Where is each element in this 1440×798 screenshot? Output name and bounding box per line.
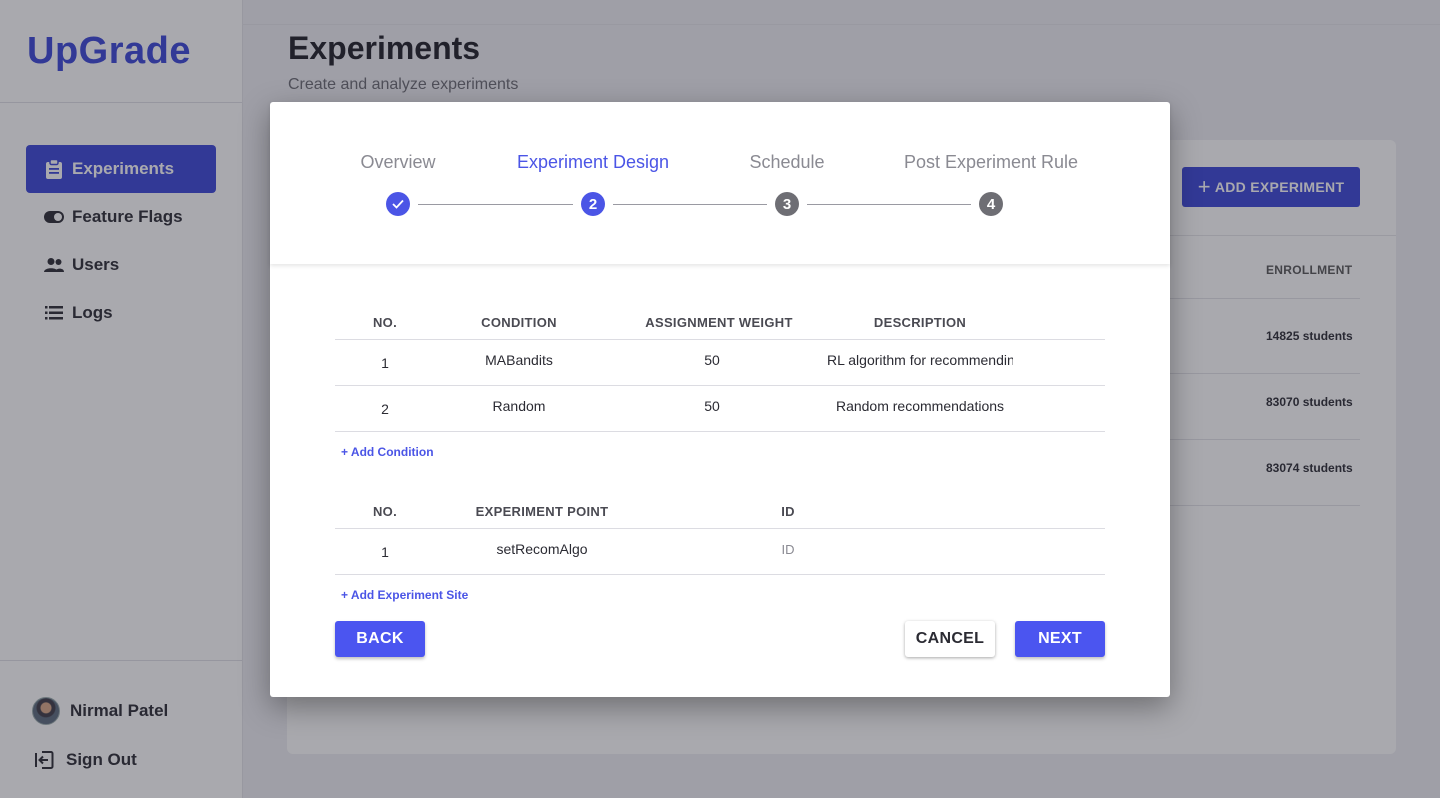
- step-label-overview[interactable]: Overview: [360, 152, 435, 173]
- step-number[interactable]: 2: [581, 192, 605, 216]
- step-label-schedule[interactable]: Schedule: [749, 152, 824, 173]
- step-label-experiment-design[interactable]: Experiment Design: [517, 152, 669, 173]
- divider: [335, 385, 1105, 386]
- step-label-post-experiment-rule[interactable]: Post Experiment Rule: [904, 152, 1078, 173]
- column-header-condition: CONDITION: [481, 315, 557, 330]
- assignment-weight-input[interactable]: 50: [704, 398, 720, 414]
- column-header-id: ID: [781, 504, 795, 519]
- cancel-button[interactable]: CANCEL: [905, 621, 995, 657]
- description-input[interactable]: RL algorithm for recommending: [827, 352, 1013, 368]
- assignment-weight-input[interactable]: 50: [704, 352, 720, 368]
- divider: [335, 339, 1105, 340]
- column-header-description: DESCRIPTION: [873, 315, 967, 330]
- step-check-icon[interactable]: [386, 192, 410, 216]
- step-connector: [807, 204, 971, 205]
- add-condition-link[interactable]: + Add Condition: [341, 445, 434, 459]
- experiment-id-input[interactable]: ID: [782, 542, 795, 557]
- column-header-no: NO.: [372, 504, 398, 519]
- column-header-no: NO.: [372, 315, 398, 330]
- condition-no: 1: [381, 355, 389, 371]
- divider: [335, 574, 1105, 575]
- back-button[interactable]: BACK: [335, 621, 425, 657]
- column-header-assignment-weight: ASSIGNMENT WEIGHT: [645, 315, 793, 330]
- next-button[interactable]: NEXT: [1015, 621, 1105, 657]
- step-connector: [418, 204, 573, 205]
- condition-name-input[interactable]: MABandits: [485, 352, 553, 368]
- step-connector: [613, 204, 767, 205]
- column-header-experiment-point: EXPERIMENT POINT: [475, 504, 609, 519]
- add-experiment-site-link[interactable]: + Add Experiment Site: [341, 588, 468, 602]
- step-number[interactable]: 4: [979, 192, 1003, 216]
- experiment-design-dialog: Overview Experiment Design Schedule Post…: [270, 102, 1170, 697]
- condition-name-input[interactable]: Random: [493, 398, 546, 414]
- step-number[interactable]: 3: [775, 192, 799, 216]
- point-no: 1: [381, 544, 389, 560]
- divider: [335, 431, 1105, 432]
- description-input[interactable]: Random recommendations: [836, 398, 1004, 414]
- stepper: Overview Experiment Design Schedule Post…: [270, 102, 1170, 264]
- experiment-point-input[interactable]: setRecomAlgo: [496, 541, 587, 557]
- divider: [335, 528, 1105, 529]
- condition-no: 2: [381, 401, 389, 417]
